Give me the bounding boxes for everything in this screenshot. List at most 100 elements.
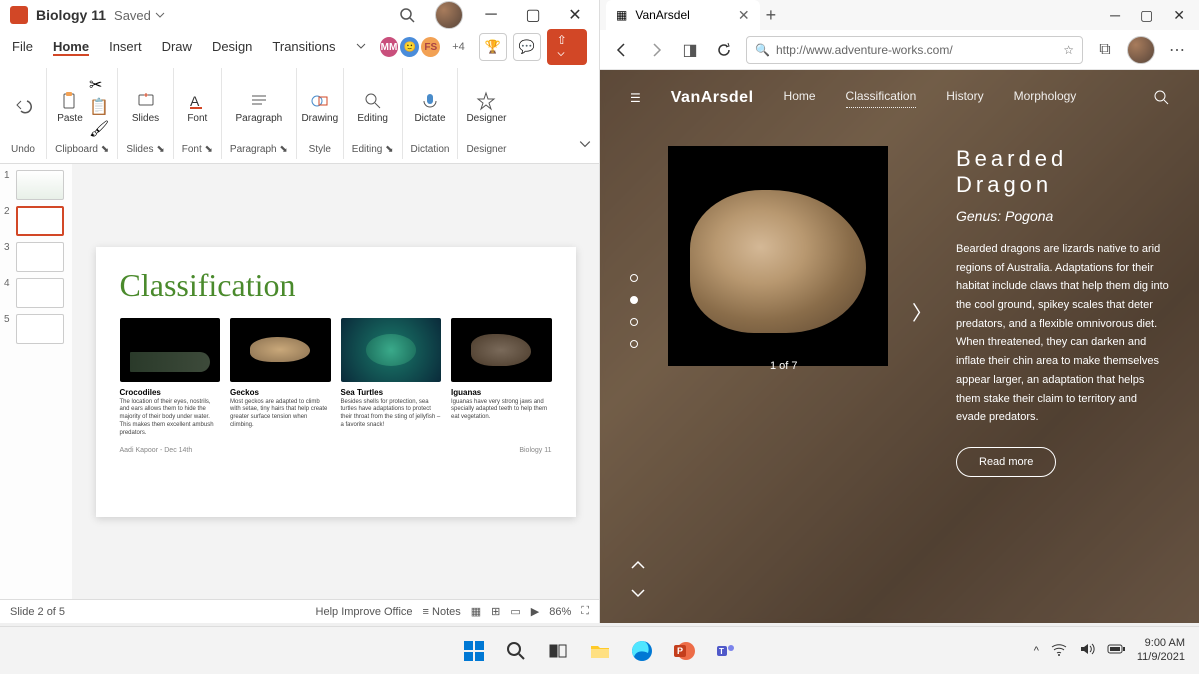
maximize-button[interactable]: ▢ xyxy=(1140,7,1153,24)
slide-card[interactable]: Sea TurtlesBesides shells for protection… xyxy=(341,318,442,438)
tab-home[interactable]: Home xyxy=(53,39,89,56)
tray-chevron-icon[interactable]: ^ xyxy=(1034,645,1039,657)
dot[interactable] xyxy=(630,318,638,326)
nav-home[interactable]: Home xyxy=(784,89,816,107)
undo-button[interactable] xyxy=(8,87,38,127)
help-link[interactable]: Help Improve Office xyxy=(316,606,413,618)
clock[interactable]: 9:00 AM 11/9/2021 xyxy=(1137,637,1185,663)
view-sorter[interactable]: ⊞ xyxy=(491,605,500,618)
teams-icon[interactable]: T xyxy=(708,633,744,669)
thumbnail-5[interactable]: 5 xyxy=(4,314,68,344)
task-view-button[interactable] xyxy=(540,633,576,669)
minimize-button[interactable]: ─ xyxy=(477,1,505,29)
powerpoint-taskbar-icon[interactable]: P xyxy=(666,633,702,669)
chevron-down-icon xyxy=(579,138,591,150)
tab-insert[interactable]: Insert xyxy=(109,39,142,56)
view-reading[interactable]: ▭ xyxy=(510,605,520,618)
start-button[interactable] xyxy=(456,633,492,669)
tab-draw[interactable]: Draw xyxy=(162,39,192,56)
view-slideshow[interactable]: ▶ xyxy=(531,605,539,618)
new-slide-button[interactable]: Slides xyxy=(131,87,161,127)
thumbnail-3[interactable]: 3 xyxy=(4,242,68,272)
tab-file[interactable]: File xyxy=(12,39,33,56)
slide-card[interactable]: IguanasIguanas have very strong jaws and… xyxy=(451,318,552,438)
maximize-button[interactable]: ▢ xyxy=(519,1,547,29)
dot[interactable] xyxy=(630,296,638,304)
search-icon[interactable] xyxy=(393,1,421,29)
font-button[interactable]: AFont xyxy=(182,87,212,127)
slide-card[interactable]: GeckosMost geckos are adapted to climb w… xyxy=(230,318,331,438)
menu-icon[interactable]: ⋯ xyxy=(1165,38,1189,62)
designer-button[interactable]: Designer xyxy=(471,87,501,127)
save-status[interactable]: Saved xyxy=(114,8,165,23)
profile-avatar[interactable] xyxy=(1127,36,1155,64)
dot[interactable] xyxy=(630,340,638,348)
dot[interactable] xyxy=(630,274,638,282)
drawing-button[interactable]: Drawing xyxy=(305,87,335,127)
collab-more[interactable]: +4 xyxy=(452,41,465,53)
collab-avatar[interactable]: FS xyxy=(419,35,442,59)
forward-button[interactable] xyxy=(644,38,668,62)
read-more-button[interactable]: Read more xyxy=(956,447,1056,477)
share-button[interactable]: ⇧ xyxy=(547,29,587,65)
tab-design[interactable]: Design xyxy=(212,39,252,56)
comments-button[interactable]: 💬 xyxy=(513,33,541,61)
notes-toggle[interactable]: ≡ Notes xyxy=(423,606,461,618)
collab-avatar[interactable]: MM xyxy=(378,35,401,59)
copy-icon[interactable]: 📋 xyxy=(89,97,109,117)
browser-tab[interactable]: ▦ VanArsdel ✕ xyxy=(606,0,760,30)
slide-canvas[interactable]: Classification CrocodilesThe location of… xyxy=(72,164,599,599)
minimize-button[interactable]: ─ xyxy=(1110,7,1120,24)
nav-history[interactable]: History xyxy=(946,89,983,107)
tabs-overflow[interactable] xyxy=(356,39,366,56)
site-logo[interactable]: VanArsdel xyxy=(671,89,754,107)
address-bar[interactable]: 🔍 http://www.adventure-works.com/ ☆ xyxy=(746,36,1083,64)
next-arrow-icon[interactable]: 〉 xyxy=(912,297,932,326)
powerpoint-window: Biology 11 Saved ─ ▢ ✕ File Home Insert … xyxy=(0,0,600,623)
favorite-icon[interactable]: ☆ xyxy=(1063,43,1074,57)
paragraph-button[interactable]: Paragraph xyxy=(244,87,274,127)
slide-card[interactable]: CrocodilesThe location of their eyes, no… xyxy=(120,318,221,438)
nav-classification[interactable]: Classification xyxy=(846,89,917,108)
thumbnail-2[interactable]: 2 xyxy=(4,206,68,236)
paste-button[interactable]: Paste xyxy=(55,87,85,127)
hero-subtitle: Genus: Pogona xyxy=(956,208,1169,224)
close-button[interactable]: ✕ xyxy=(1173,7,1185,24)
slide-thumbnails: 1 2 3 4 5 xyxy=(0,164,72,599)
close-tab-icon[interactable]: ✕ xyxy=(738,7,750,24)
explorer-icon[interactable] xyxy=(582,633,618,669)
hamburger-icon[interactable]: ☰ xyxy=(630,91,641,105)
back-button[interactable] xyxy=(610,38,634,62)
cut-icon[interactable]: ✂ xyxy=(89,75,109,95)
search-icon[interactable] xyxy=(1153,89,1169,108)
collections-icon[interactable]: ⧉ xyxy=(1093,38,1117,62)
editing-button[interactable]: Editing xyxy=(358,87,388,127)
slide-title[interactable]: Classification xyxy=(120,267,552,304)
tab-transitions[interactable]: Transitions xyxy=(272,39,335,56)
battery-icon[interactable] xyxy=(1107,643,1125,658)
fit-to-window[interactable]: ⛶ xyxy=(581,605,589,618)
thumbnail-1[interactable]: 1 xyxy=(4,170,68,200)
scroll-up-icon[interactable] xyxy=(630,557,646,575)
slide[interactable]: Classification CrocodilesThe location of… xyxy=(96,247,576,517)
wifi-icon[interactable] xyxy=(1051,641,1067,660)
format-painter-icon[interactable]: 🖌 xyxy=(89,119,109,139)
refresh-button[interactable] xyxy=(712,38,736,62)
present-button[interactable]: 🏆 xyxy=(479,33,507,61)
scroll-down-icon[interactable] xyxy=(630,585,646,603)
volume-icon[interactable] xyxy=(1079,641,1095,660)
nav-morphology[interactable]: Morphology xyxy=(1014,89,1077,107)
card-title: Sea Turtles xyxy=(341,388,442,397)
new-tab-button[interactable]: + xyxy=(766,5,777,26)
close-button[interactable]: ✕ xyxy=(561,1,589,29)
user-avatar[interactable] xyxy=(435,1,463,29)
edge-icon[interactable] xyxy=(624,633,660,669)
ribbon-collapse[interactable] xyxy=(571,133,599,159)
dictate-button[interactable]: Dictate xyxy=(415,87,445,127)
thumbnail-4[interactable]: 4 xyxy=(4,278,68,308)
zoom-level[interactable]: 86% xyxy=(549,606,571,618)
collab-avatar[interactable]: 🙂 xyxy=(398,35,421,59)
tab-actions-icon[interactable]: ◨ xyxy=(678,38,702,62)
search-button[interactable] xyxy=(498,633,534,669)
view-normal[interactable]: ▦ xyxy=(471,605,481,618)
